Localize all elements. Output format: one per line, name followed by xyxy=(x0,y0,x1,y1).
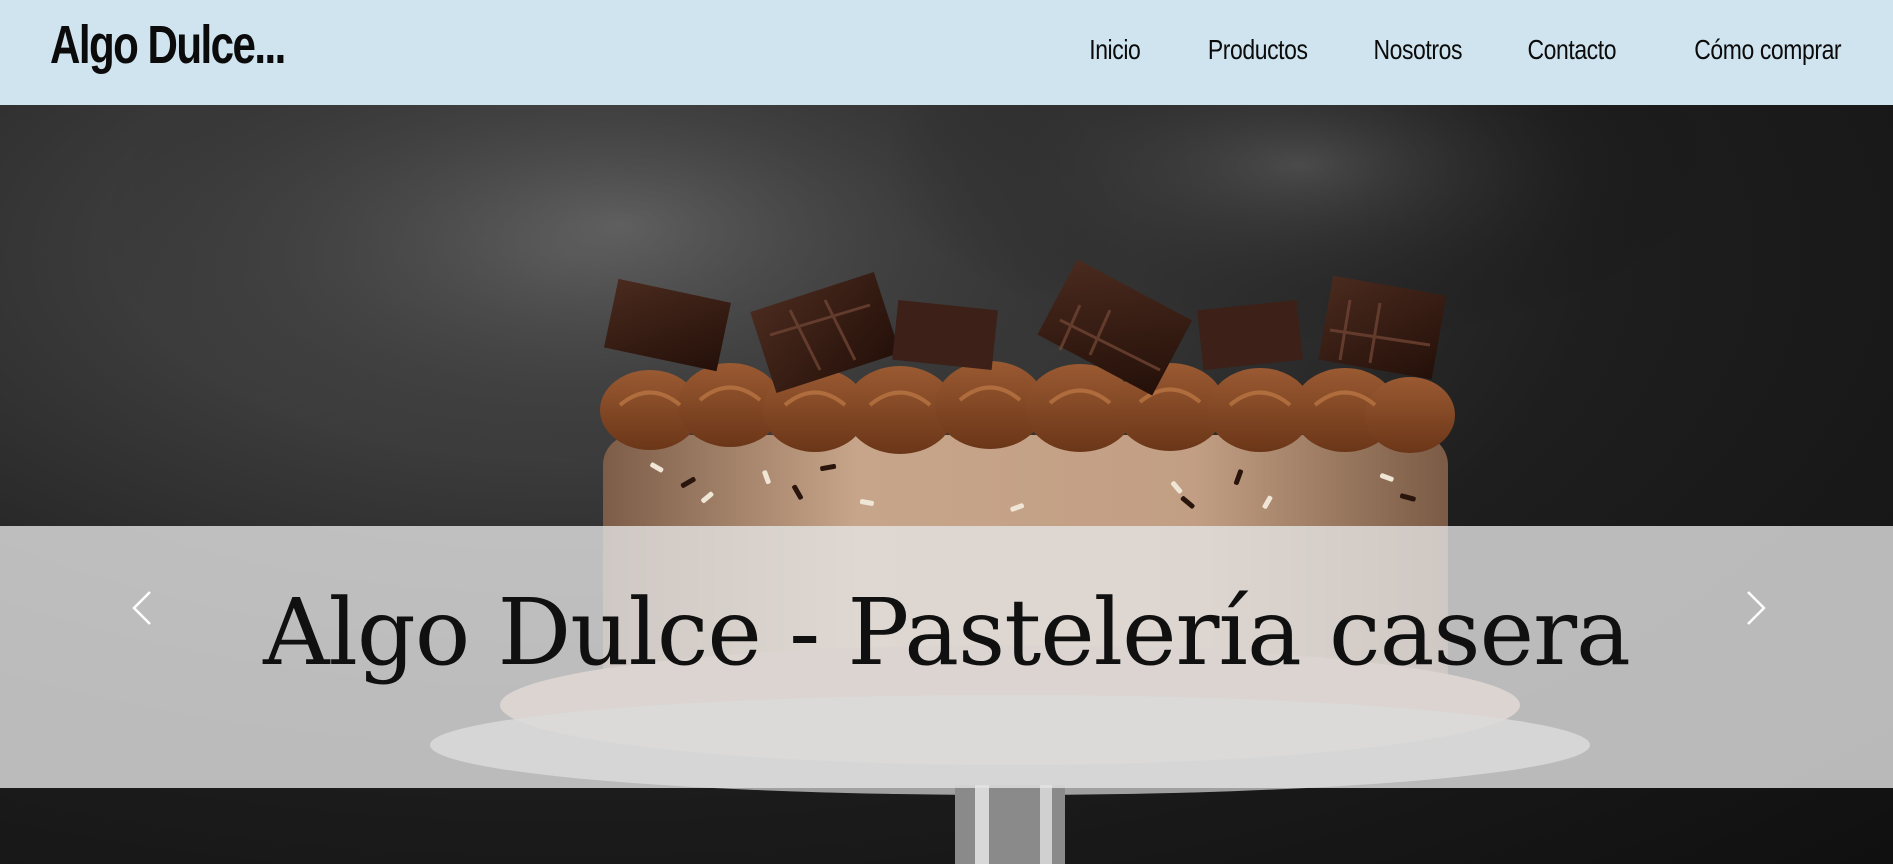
brand-logo[interactable]: Algo Dulce... xyxy=(50,14,286,76)
chevron-right-icon xyxy=(1747,591,1766,625)
nav-item-productos[interactable]: Productos xyxy=(1208,34,1308,66)
nav-item-nosotros[interactable]: Nosotros xyxy=(1373,34,1462,66)
nav-menu: Inicio Productos Nosotros Contacto Cómo … xyxy=(1032,34,1841,66)
hero-caption: Algo Dulce - Pastelería casera xyxy=(263,579,1631,686)
nav-item-como-comprar[interactable]: Cómo comprar xyxy=(1694,34,1841,66)
chevron-left-icon xyxy=(132,591,151,625)
hero-carousel: Algo Dulce - Pastelería casera xyxy=(0,105,1893,864)
carousel-next-button[interactable] xyxy=(1736,573,1776,643)
navbar: Algo Dulce... Inicio Productos Nosotros … xyxy=(0,0,1893,105)
carousel-prev-button[interactable] xyxy=(122,573,162,643)
nav-item-contacto[interactable]: Contacto xyxy=(1527,34,1616,66)
nav-item-inicio[interactable]: Inicio xyxy=(1089,34,1141,66)
